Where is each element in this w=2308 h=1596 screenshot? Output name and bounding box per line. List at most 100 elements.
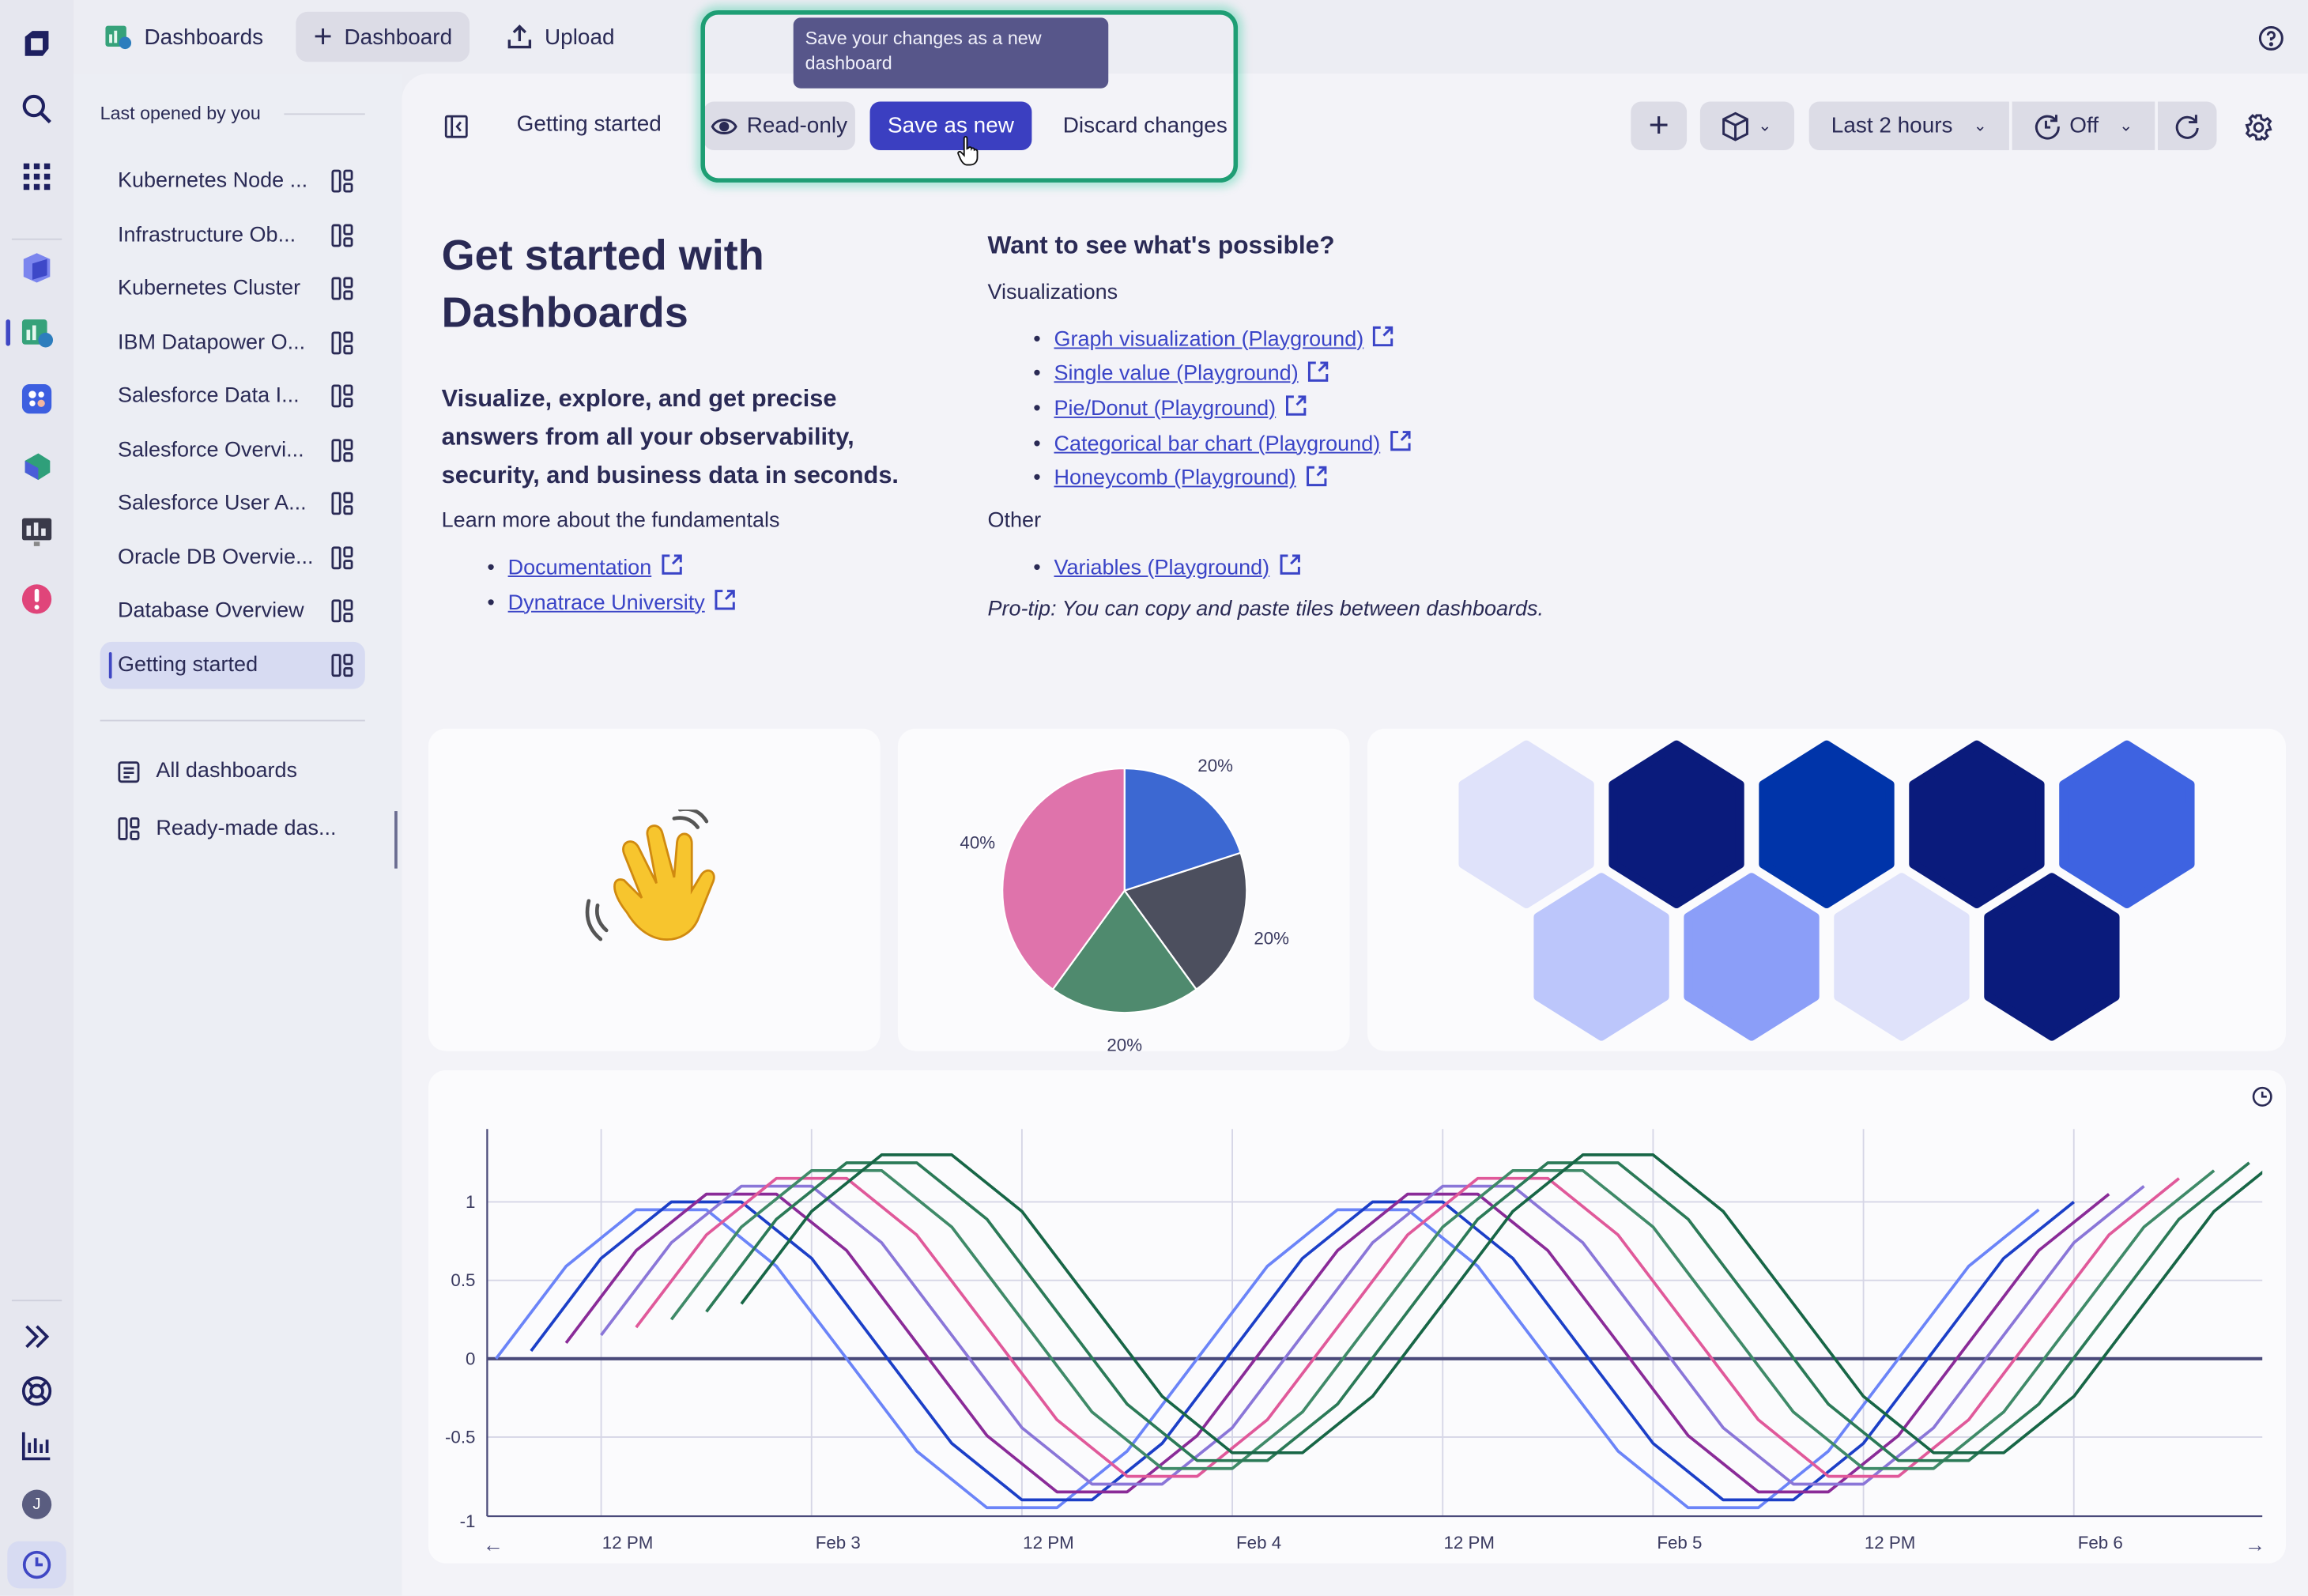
recent-button[interactable]	[7, 1541, 66, 1589]
line-series[interactable]	[635, 1176, 2180, 1478]
refresh-button[interactable]	[2157, 101, 2217, 150]
honeycomb-cell[interactable]	[2059, 740, 2195, 908]
waving-hand-icon	[585, 809, 715, 941]
timeframe-selector[interactable]: Last 2 hours ⌄	[1808, 101, 2009, 150]
playground-link[interactable]: Pie/Donut (Playground)	[1054, 398, 1276, 421]
dynatrace-university-link[interactable]: Dynatrace University	[508, 591, 705, 615]
sidebar-section-title: Last opened by you	[100, 103, 261, 124]
sidebar-item-ready-made[interactable]: Ready-made das...	[100, 806, 365, 853]
kubernetes-app-icon[interactable]	[17, 447, 55, 485]
university-link-item: Dynatrace University	[487, 589, 735, 617]
auto-refresh-selector[interactable]: Off ⌄	[2012, 101, 2155, 150]
sidebar-item-dashboard[interactable]: Salesforce Data I...	[100, 372, 365, 420]
upload-button[interactable]: Upload	[488, 12, 632, 62]
infrastructure-app-icon[interactable]	[17, 249, 55, 287]
help-button[interactable]	[2258, 25, 2285, 59]
honeycomb-cell[interactable]	[1533, 873, 1669, 1041]
wave-emoji-tile[interactable]	[428, 728, 881, 1051]
sidebar-scrollbar[interactable]	[394, 811, 398, 869]
intro-title-line: Dashboards	[441, 289, 688, 338]
variables-link[interactable]: Variables (Playground)	[1054, 556, 1269, 579]
honeycomb-cell[interactable]	[1759, 740, 1895, 908]
playground-link[interactable]: Graph visualization (Playground)	[1054, 327, 1363, 351]
dashboard-icon	[331, 384, 353, 408]
sidebar-item-label: Infrastructure Ob...	[117, 223, 296, 247]
external-link-icon	[1278, 553, 1300, 581]
honeycomb-tile[interactable]	[1367, 728, 2286, 1051]
app-rail: J	[0, 0, 74, 1596]
honeycomb-cell[interactable]	[1684, 873, 1820, 1041]
external-link-icon	[1372, 326, 1394, 353]
external-link-icon	[1307, 360, 1329, 388]
honeycomb-cell[interactable]	[1834, 873, 1970, 1041]
help-lifebuoy-icon[interactable]	[17, 1372, 55, 1410]
sidebar-item-dashboard[interactable]: Database Overview	[100, 587, 365, 635]
playground-link[interactable]: Categorical bar chart (Playground)	[1054, 432, 1380, 456]
problems-app-icon[interactable]	[17, 580, 55, 618]
x-tick-label: 12 PM	[1865, 1533, 1916, 1553]
timeframe-label: Last 2 hours	[1831, 113, 1953, 139]
sidebar-item-label: Getting started	[117, 652, 258, 677]
playground-link[interactable]: Honeycomb (Playground)	[1054, 467, 1295, 491]
sidebar-item-dashboard[interactable]: Oracle DB Overvie...	[100, 534, 365, 581]
dynatrace-logo-icon[interactable]	[17, 25, 55, 63]
sidebar-item-dashboard[interactable]: Salesforce Overvi...	[100, 426, 365, 474]
pie-chart-tile[interactable]: 20% 20% 20% 40%	[897, 728, 1350, 1055]
dashboards-app-title[interactable]: Dashboards	[85, 12, 281, 62]
apps-grid-icon[interactable]	[17, 157, 55, 195]
user-avatar[interactable]: J	[17, 1485, 55, 1523]
line-chart-tile[interactable]: 12 PM Feb 3 12 PM Feb 4 12 PM Feb 5 12 PM Feb 6…	[428, 1070, 2286, 1564]
new-dashboard-button[interactable]: + Dashboard	[296, 11, 470, 62]
sidebar-item-dashboard[interactable]: Getting started	[100, 640, 365, 689]
dashboard-title[interactable]: Getting started	[517, 112, 662, 138]
scroll-right-arrow-icon[interactable]: →	[2245, 1533, 2265, 1556]
add-tile-button[interactable]: +	[1631, 101, 1688, 150]
segments-button[interactable]: ⌄	[1699, 101, 1795, 150]
toggle-sidebar-button[interactable]	[444, 115, 468, 145]
x-tick-label: 12 PM	[602, 1533, 654, 1553]
sidebar-item-dashboard[interactable]: IBM Datapower O...	[100, 319, 365, 366]
honeycomb-cell[interactable]	[1458, 740, 1594, 908]
other-label: Other	[987, 509, 1042, 534]
cube-icon	[1722, 111, 1749, 141]
honeycomb-cell[interactable]	[1608, 740, 1744, 908]
line-series[interactable]	[705, 1161, 2250, 1462]
reports-app-icon[interactable]	[17, 512, 55, 550]
timeframe-clock-icon[interactable]	[2252, 1086, 2272, 1107]
line-series[interactable]	[740, 1153, 2284, 1455]
scroll-left-arrow-icon[interactable]: ←	[483, 1533, 503, 1556]
documentation-link[interactable]: Documentation	[508, 556, 652, 579]
sidebar-item-dashboard[interactable]: Infrastructure Ob...	[100, 211, 365, 258]
intro-title-line: Get started with	[441, 232, 764, 280]
analytics-icon[interactable]	[17, 1426, 55, 1464]
honeycomb-cell[interactable]	[1984, 873, 2120, 1041]
sidebar-item-label: IBM Datapower O...	[117, 330, 306, 354]
external-link-icon	[714, 589, 736, 617]
external-link-icon	[1305, 465, 1327, 492]
line-series[interactable]	[600, 1184, 2145, 1486]
honeycomb-chart	[1458, 740, 2195, 1041]
sidebar-item-all-dashboards[interactable]: All dashboards	[100, 748, 365, 795]
dashboards-app-icon[interactable]	[17, 314, 55, 352]
expand-rail-icon[interactable]	[17, 1318, 55, 1356]
x-tick-label: Feb 4	[1236, 1533, 1281, 1553]
settings-button[interactable]	[2245, 113, 2272, 149]
chevron-down-icon: ⌄	[2119, 117, 2133, 136]
sidebar-collapse-icon	[444, 115, 468, 138]
sidebar-item-dashboard[interactable]: Kubernetes Node ...	[100, 157, 365, 205]
chevron-down-icon: ⌄	[1973, 117, 1987, 136]
user-initial: J	[21, 1489, 52, 1519]
honeycomb-cell[interactable]	[1909, 740, 2045, 908]
playground-link[interactable]: Single value (Playground)	[1054, 362, 1298, 386]
visualizations-label: Visualizations	[987, 281, 1118, 305]
dashboard-icon	[118, 817, 140, 840]
search-icon[interactable]	[17, 90, 55, 128]
line-series[interactable]	[530, 1200, 2076, 1502]
workflows-app-icon[interactable]	[17, 379, 55, 417]
line-series[interactable]	[564, 1192, 2110, 1494]
upload-label: Upload	[545, 24, 615, 50]
sidebar-item-dashboard[interactable]: Kubernetes Cluster	[100, 265, 365, 312]
new-dashboard-label: Dashboard	[344, 24, 453, 50]
sidebar-item-dashboard[interactable]: Salesforce User A...	[100, 480, 365, 527]
sidebar-item-label: Oracle DB Overvie...	[117, 545, 314, 569]
